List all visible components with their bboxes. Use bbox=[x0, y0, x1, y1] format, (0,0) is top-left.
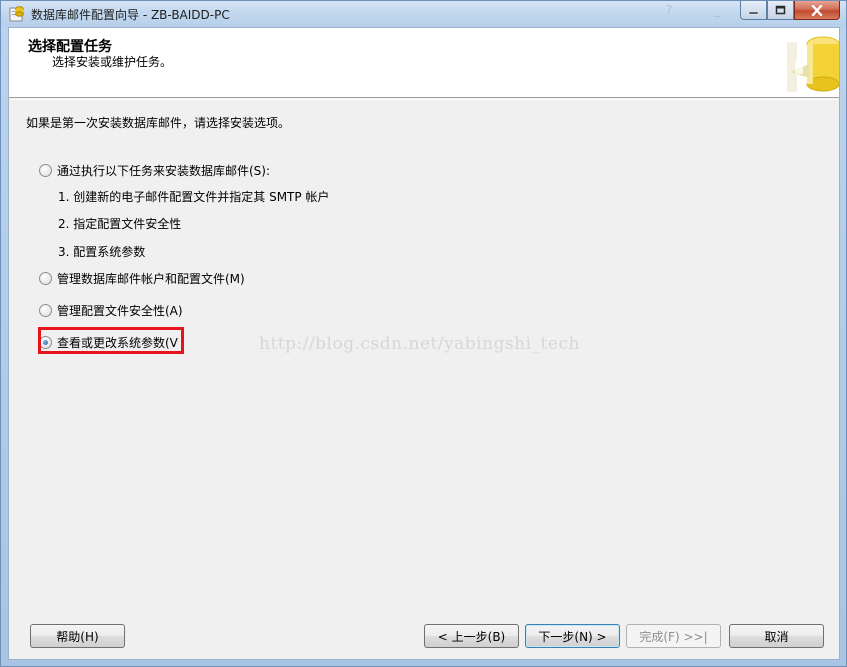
wizard-banner: 选择配置任务 选择安装或维护任务。 bbox=[9, 28, 839, 98]
step-3: 3. 配置系统参数 bbox=[58, 245, 146, 259]
option-profile-security[interactable]: 管理配置文件安全性(A) bbox=[39, 301, 183, 319]
page-subtitle: 选择安装或维护任务。 bbox=[52, 55, 173, 69]
next-button[interactable]: 下一步(N) > bbox=[525, 624, 620, 648]
radio-manage-accounts[interactable] bbox=[39, 271, 52, 285]
option-manage-accounts[interactable]: 管理数据库邮件帐户和配置文件(M) bbox=[39, 269, 245, 287]
option-install[interactable]: 通过执行以下任务来安装数据库邮件(S): bbox=[39, 161, 270, 179]
maximize-icon bbox=[775, 5, 786, 15]
instruction-text: 如果是第一次安装数据库邮件，请选择安装选项。 bbox=[26, 116, 291, 130]
watermark-text: http://blog.csdn.net/yabingshi_tech bbox=[259, 334, 580, 354]
wizard-client-area: 选择配置任务 选择安装或维护任务。 如果是第一次安装数据库邮件，请选择安装选项。… bbox=[8, 27, 840, 660]
close-icon bbox=[811, 4, 823, 16]
option-profile-security-label: 管理配置文件安全性(A) bbox=[57, 303, 183, 318]
step-2: 2. 指定配置文件安全性 bbox=[58, 217, 182, 231]
close-button[interactable] bbox=[794, 1, 840, 20]
minimize-button[interactable] bbox=[740, 1, 767, 20]
minimize-icon bbox=[748, 11, 759, 14]
cancel-button[interactable]: 取消 bbox=[729, 624, 824, 648]
finish-button[interactable]: 完成(F) >>| bbox=[626, 624, 721, 648]
ghost-minimize-icon: _ bbox=[714, 3, 720, 17]
wizard-window: 数据库邮件配置向导 - ZB-BAIDD-PC ? _ 选择配置任务 选择安装或… bbox=[0, 0, 847, 667]
banner-divider bbox=[9, 99, 839, 100]
option-install-label: 通过执行以下任务来安装数据库邮件(S): bbox=[57, 163, 271, 178]
radio-install[interactable] bbox=[39, 163, 52, 177]
radio-profile-security[interactable] bbox=[39, 303, 52, 317]
help-button[interactable]: 帮助(H) bbox=[30, 624, 125, 648]
app-icon bbox=[9, 6, 24, 22]
database-graphic-icon bbox=[787, 36, 839, 92]
ghost-help-icon: ? bbox=[665, 3, 673, 17]
step-1: 1. 创建新的电子邮件配置文件并指定其 SMTP 帐户 bbox=[58, 190, 330, 204]
maximize-button[interactable] bbox=[767, 1, 794, 20]
window-title: 数据库邮件配置向导 - ZB-BAIDD-PC bbox=[31, 8, 230, 22]
option-manage-accounts-label: 管理数据库邮件帐户和配置文件(M) bbox=[57, 271, 245, 286]
caption-buttons bbox=[740, 1, 840, 20]
back-button[interactable]: < 上一步(B) bbox=[424, 624, 519, 648]
selection-highlight-box bbox=[38, 327, 184, 354]
title-bar[interactable]: 数据库邮件配置向导 - ZB-BAIDD-PC ? _ bbox=[1, 1, 846, 27]
